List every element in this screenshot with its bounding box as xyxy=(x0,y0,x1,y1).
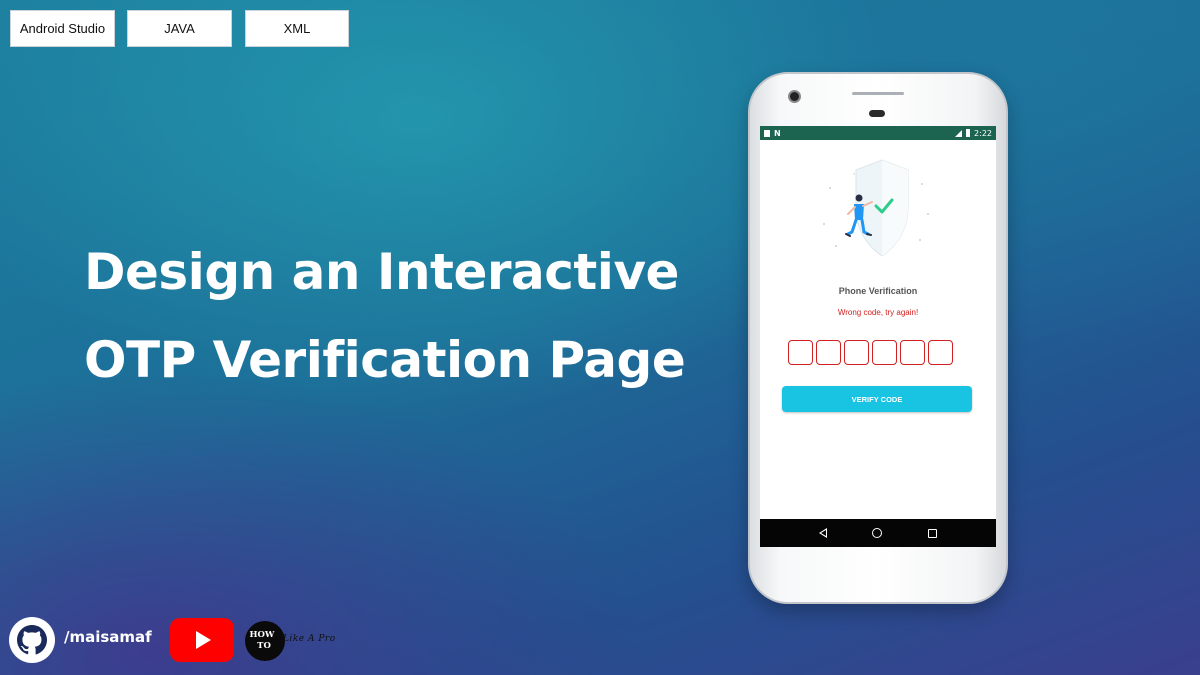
verify-code-button[interactable]: VERIFY CODE xyxy=(782,386,972,412)
otp-digit-6[interactable] xyxy=(928,340,953,365)
error-message: Wrong code, try again! xyxy=(837,308,919,317)
play-icon xyxy=(196,631,211,649)
headline-line-2: OTP Verification Page xyxy=(84,331,686,389)
tag-xml: XML xyxy=(245,10,349,47)
headline: Design an Interactive OTP Verification P… xyxy=(84,228,686,404)
otp-digit-1[interactable] xyxy=(788,340,813,365)
headline-line-1: Design an Interactive xyxy=(84,243,679,301)
notification-n-icon: N xyxy=(774,128,781,138)
howto-tagline: Like A Pro xyxy=(283,634,336,644)
battery-icon xyxy=(966,129,971,137)
status-bar: N 2:22 xyxy=(760,126,996,140)
howto-word-how: HOW xyxy=(249,630,275,640)
sd-card-icon xyxy=(764,129,770,137)
verification-illustration xyxy=(823,159,929,257)
front-camera xyxy=(788,90,801,103)
home-icon[interactable] xyxy=(872,528,883,538)
back-icon[interactable] xyxy=(818,528,827,538)
otp-digit-5[interactable] xyxy=(900,340,925,365)
tag-java: JAVA xyxy=(127,10,232,47)
youtube-icon[interactable] xyxy=(170,618,234,662)
proximity-sensor xyxy=(869,110,885,117)
otp-digit-2[interactable] xyxy=(816,340,841,365)
status-time: 2:22 xyxy=(974,128,992,138)
github-handle[interactable]: /maisamaf xyxy=(64,628,152,646)
otp-digit-4[interactable] xyxy=(872,340,897,365)
howto-word-to: TO xyxy=(257,641,271,651)
howto-logo[interactable]: HOW TO xyxy=(245,621,285,661)
otp-input-group xyxy=(788,340,953,365)
tag-android-studio: Android Studio xyxy=(10,10,115,47)
signal-icon xyxy=(955,129,963,137)
phone-mockup: N 2:22 Phone Verification Wrong code, tr… xyxy=(748,72,1008,604)
phone-screen: N 2:22 Phone Verification Wrong code, tr… xyxy=(760,126,996,547)
page-title: Phone Verification xyxy=(838,286,918,296)
android-nav-bar xyxy=(760,519,996,547)
github-icon[interactable] xyxy=(8,616,56,664)
earpiece-speaker xyxy=(852,92,904,95)
otp-digit-3[interactable] xyxy=(844,340,869,365)
recents-icon[interactable] xyxy=(928,528,938,538)
